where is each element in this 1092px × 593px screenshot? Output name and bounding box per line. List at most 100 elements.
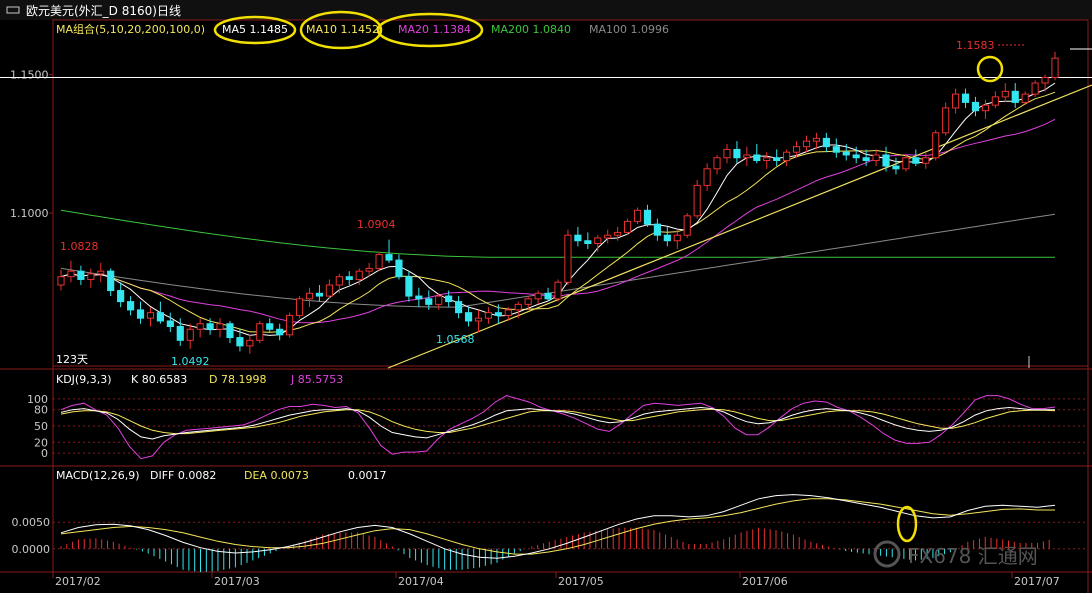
candle-body [594, 237, 602, 244]
candle-body [564, 234, 572, 283]
candle-body [693, 184, 701, 217]
candle-body [1031, 82, 1039, 95]
kdj-name-label: KDJ(9,3,3) [56, 373, 112, 386]
candle-body [286, 314, 294, 336]
candle-body [663, 234, 671, 242]
candle-body [156, 312, 164, 322]
candle-body [812, 137, 821, 142]
candle-body [574, 234, 582, 242]
candle-body [216, 323, 224, 330]
candle-body [1001, 90, 1009, 98]
x-tick-label: 2017/03 [214, 575, 260, 588]
candle-body [276, 328, 284, 336]
watermark-text: FX678 汇通网 [908, 544, 1038, 568]
candle-body [1041, 77, 1049, 84]
candle-body [256, 323, 264, 341]
candle-body [633, 209, 642, 222]
candle-body [97, 270, 105, 275]
candle-body [246, 339, 254, 347]
kdj-j-line [60, 395, 1056, 460]
ma20-label: MA20 1.1384 [398, 23, 471, 36]
x-tick-label: 2017/04 [398, 575, 444, 588]
candle-body [365, 267, 373, 272]
days-count-label: 123天 [56, 353, 88, 366]
y-tick-label: 1.1500 [10, 69, 49, 82]
candle-body [703, 168, 711, 186]
candle-body [723, 148, 731, 159]
macd-value-label: 0.0017 [348, 469, 387, 482]
candle-body [117, 290, 125, 303]
candle-body [315, 292, 324, 297]
candle-body [623, 220, 632, 233]
candle-body [77, 270, 85, 280]
window-title: 欧元美元(外汇_D 8160)日线 [26, 4, 181, 18]
watermark-logo-icon [873, 540, 901, 568]
candle-body [713, 157, 721, 170]
candle-body [991, 96, 999, 106]
candle-body [872, 154, 880, 161]
ma5-label: MA5 1.1485 [222, 23, 288, 36]
candle-body [87, 273, 95, 280]
kdj-y-tick-label: 80 [34, 404, 48, 417]
kdj-d-label: D 78.1998 [209, 373, 266, 386]
candle-body [425, 298, 433, 305]
candle-body [842, 151, 850, 156]
candle-body [961, 93, 970, 103]
candle-body [295, 298, 304, 316]
candle-body [683, 215, 691, 236]
candle-body [643, 209, 652, 225]
main-panel-frame [52, 19, 1089, 367]
candle-body [435, 295, 443, 305]
candle-body [405, 276, 413, 297]
candle-body [484, 312, 493, 319]
candle-body [1051, 57, 1059, 79]
candle-body [196, 323, 204, 330]
candle-body [932, 132, 940, 159]
candle-body [226, 323, 234, 339]
ma200-label: MA200 1.0840 [491, 23, 571, 36]
candle-body [1021, 93, 1029, 103]
macd-y-tick-label: 0.0050 [12, 516, 51, 529]
candle-body [892, 165, 900, 170]
candle-body [325, 284, 333, 297]
candle-body [604, 234, 612, 239]
candle-body [464, 312, 473, 322]
low-label-1.0492: 1.0492 [171, 355, 210, 368]
candle-body [952, 93, 960, 109]
candle-body [345, 276, 353, 280]
x-tick-label: 2017/02 [55, 575, 101, 588]
candle-body [494, 312, 502, 316]
candle-body [146, 312, 155, 319]
candle-body [802, 140, 811, 148]
candle-body [753, 154, 761, 161]
candle-body [206, 323, 214, 330]
candle-body [554, 281, 562, 300]
candle-body [136, 309, 145, 319]
candle-body [236, 337, 244, 347]
high-label-1.0828: 1.0828 [60, 240, 99, 253]
candle-body [822, 137, 830, 148]
candle-body [942, 107, 950, 134]
ma-group-label: MA组合(5,10,20,200,100,0) [56, 22, 205, 36]
candle-body [544, 292, 552, 300]
candle-body [733, 148, 741, 159]
x-tick-label: 2017/06 [742, 575, 788, 588]
candle-body [375, 254, 383, 269]
x-tick-label: 2017/05 [558, 575, 604, 588]
kdj-y-tick-label: 50 [34, 420, 48, 433]
candle-body [176, 326, 184, 341]
candle-body [107, 270, 115, 292]
candle-body [614, 231, 622, 236]
candle-body [67, 270, 75, 278]
candle-body [852, 154, 860, 159]
high-label-1.0904: 1.0904 [357, 218, 396, 231]
candle-body [922, 157, 930, 164]
candle-body [862, 157, 870, 162]
candle-body [455, 301, 463, 314]
candle-body [385, 254, 393, 261]
candle-body [773, 157, 781, 162]
candle-body [981, 104, 990, 112]
ma100-label: MA100 1.0996 [589, 23, 669, 36]
candle-body [584, 240, 592, 245]
candle-body [445, 295, 453, 303]
